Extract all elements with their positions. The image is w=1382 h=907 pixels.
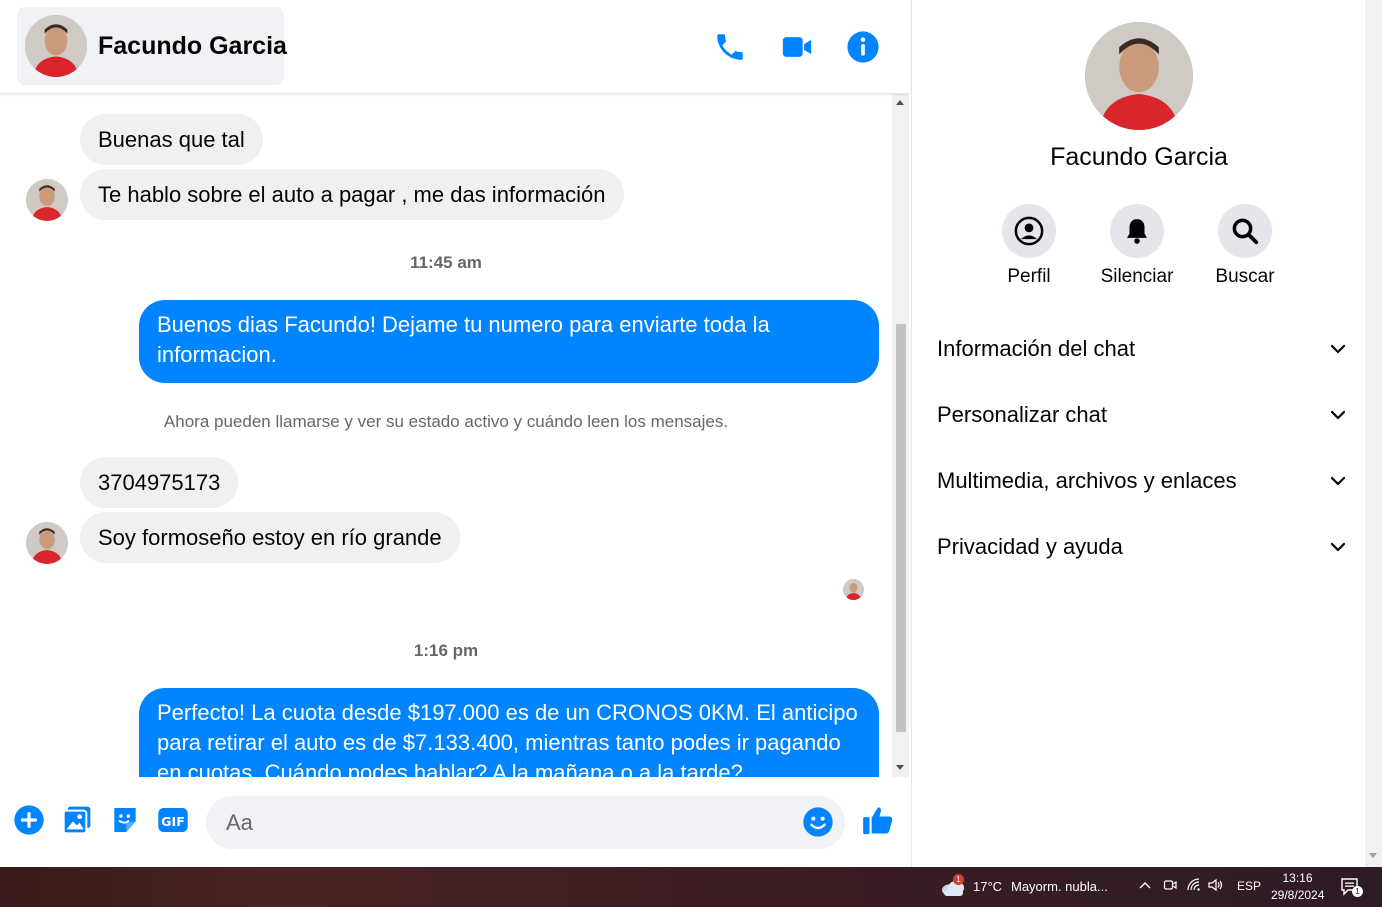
profile-avatar-large: [1085, 22, 1193, 130]
chevron-down-icon: [1330, 410, 1346, 420]
page-scrollbar[interactable]: [1365, 0, 1382, 867]
mute-button[interactable]: Silenciar: [1092, 204, 1182, 288]
profile-name: Facundo Garcia: [1050, 143, 1228, 171]
chevron-up-icon[interactable]: [1138, 878, 1152, 895]
volume-icon[interactable]: [1208, 878, 1224, 895]
message-list[interactable]: Buenas que tal Te hablo sobre el auto a …: [0, 94, 892, 777]
message-scrollbar[interactable]: [892, 94, 909, 777]
contact-name: Facundo Garcia: [98, 32, 287, 60]
search-icon: [1232, 218, 1259, 245]
incoming-message[interactable]: 3704975173: [80, 457, 239, 508]
contact-avatar: [25, 15, 87, 77]
notifications-icon[interactable]: 1: [1340, 877, 1363, 897]
weather-cloud-icon[interactable]: 1: [940, 874, 966, 897]
section-title: Información del chat: [937, 336, 1136, 361]
outgoing-message[interactable]: Buenos dias Facundo! Dejame tu numero pa…: [139, 300, 879, 383]
section-privacy-help[interactable]: Privacidad y ayuda: [937, 526, 1347, 566]
section-chat-info[interactable]: Información del chat: [937, 328, 1347, 368]
profile-icon: [1014, 216, 1044, 246]
section-customize-chat[interactable]: Personalizar chat: [937, 394, 1347, 434]
message-input[interactable]: [224, 806, 788, 840]
page-scroll-down-arrow[interactable]: [1369, 853, 1377, 858]
chat-header: Facundo Garcia: [0, 0, 910, 94]
info-icon[interactable]: [846, 30, 880, 64]
scroll-up-arrow[interactable]: [896, 100, 904, 105]
weather-temperature[interactable]: 17°C: [973, 879, 1002, 894]
contact-avatar-small: [26, 522, 68, 564]
profile-label: Perfil: [1007, 266, 1051, 287]
sticker-icon[interactable]: [109, 804, 141, 836]
video-camera-icon[interactable]: [780, 30, 814, 64]
message-timestamp: 1:16 pm: [413, 641, 479, 660]
weather-description[interactable]: Mayorm. nubla...: [1011, 879, 1108, 894]
search-button[interactable]: Buscar: [1200, 204, 1290, 288]
weather-badge: 1: [953, 874, 964, 885]
message-input-box[interactable]: [206, 796, 845, 849]
meet-now-icon[interactable]: [1163, 878, 1177, 895]
scroll-down-arrow[interactable]: [896, 765, 904, 770]
emoji-icon[interactable]: [802, 806, 834, 838]
clock-date: 29/8/2024: [1271, 888, 1325, 902]
section-title: Personalizar chat: [937, 402, 1107, 427]
incoming-message[interactable]: Te hablo sobre el auto a pagar , me das …: [80, 169, 624, 220]
incoming-message[interactable]: Soy formoseño estoy en río grande: [80, 512, 460, 563]
gif-label: GIF: [161, 814, 185, 829]
thumbs-up-icon[interactable]: [861, 803, 895, 837]
system-notice: Ahora pueden llamarse y ver su estado ac…: [163, 412, 729, 431]
chevron-down-icon: [1330, 476, 1346, 486]
chat-details-sidebar: Facundo Garcia Perfil Silenciar Buscar I…: [911, 0, 1366, 867]
notification-count: 1: [1352, 886, 1363, 897]
incoming-message[interactable]: Buenas que tal: [80, 114, 263, 165]
input-language[interactable]: ESP: [1237, 879, 1261, 893]
taskbar-clock[interactable]: 13:16 29/8/2024: [1271, 870, 1324, 904]
chat-panel: Facundo Garcia Buenas que tal Te hablo s…: [0, 0, 911, 867]
section-title: Multimedia, archivos y enlaces: [937, 468, 1237, 493]
section-media-files-links[interactable]: Multimedia, archivos y enlaces: [937, 460, 1347, 500]
gif-icon[interactable]: GIF: [157, 804, 189, 836]
scrollbar-thumb[interactable]: [896, 324, 906, 732]
contact-avatar-small: [26, 179, 68, 221]
message-composer: GIF: [0, 777, 910, 867]
section-title: Privacidad y ayuda: [937, 534, 1123, 559]
clock-time: 13:16: [1282, 871, 1313, 885]
outgoing-message[interactable]: Perfecto! La cuota desde $197.000 es de …: [139, 688, 879, 777]
search-label: Buscar: [1215, 266, 1275, 287]
chevron-down-icon: [1330, 542, 1346, 552]
bell-icon: [1127, 219, 1147, 244]
phone-icon[interactable]: [713, 30, 747, 64]
plus-icon[interactable]: [13, 804, 45, 836]
mute-label: Silenciar: [1100, 266, 1174, 287]
chevron-down-icon: [1330, 344, 1346, 354]
profile-button[interactable]: Perfil: [984, 204, 1074, 288]
windows-taskbar: 1 17°C Mayorm. nubla... ESP 13:16 29/8/2…: [0, 867, 1382, 907]
wifi-icon[interactable]: [1187, 878, 1201, 895]
contact-header-button[interactable]: Facundo Garcia: [17, 7, 287, 85]
read-receipt-avatar: [843, 579, 864, 600]
image-icon[interactable]: [61, 804, 93, 836]
message-timestamp: 11:45 am: [410, 253, 482, 272]
